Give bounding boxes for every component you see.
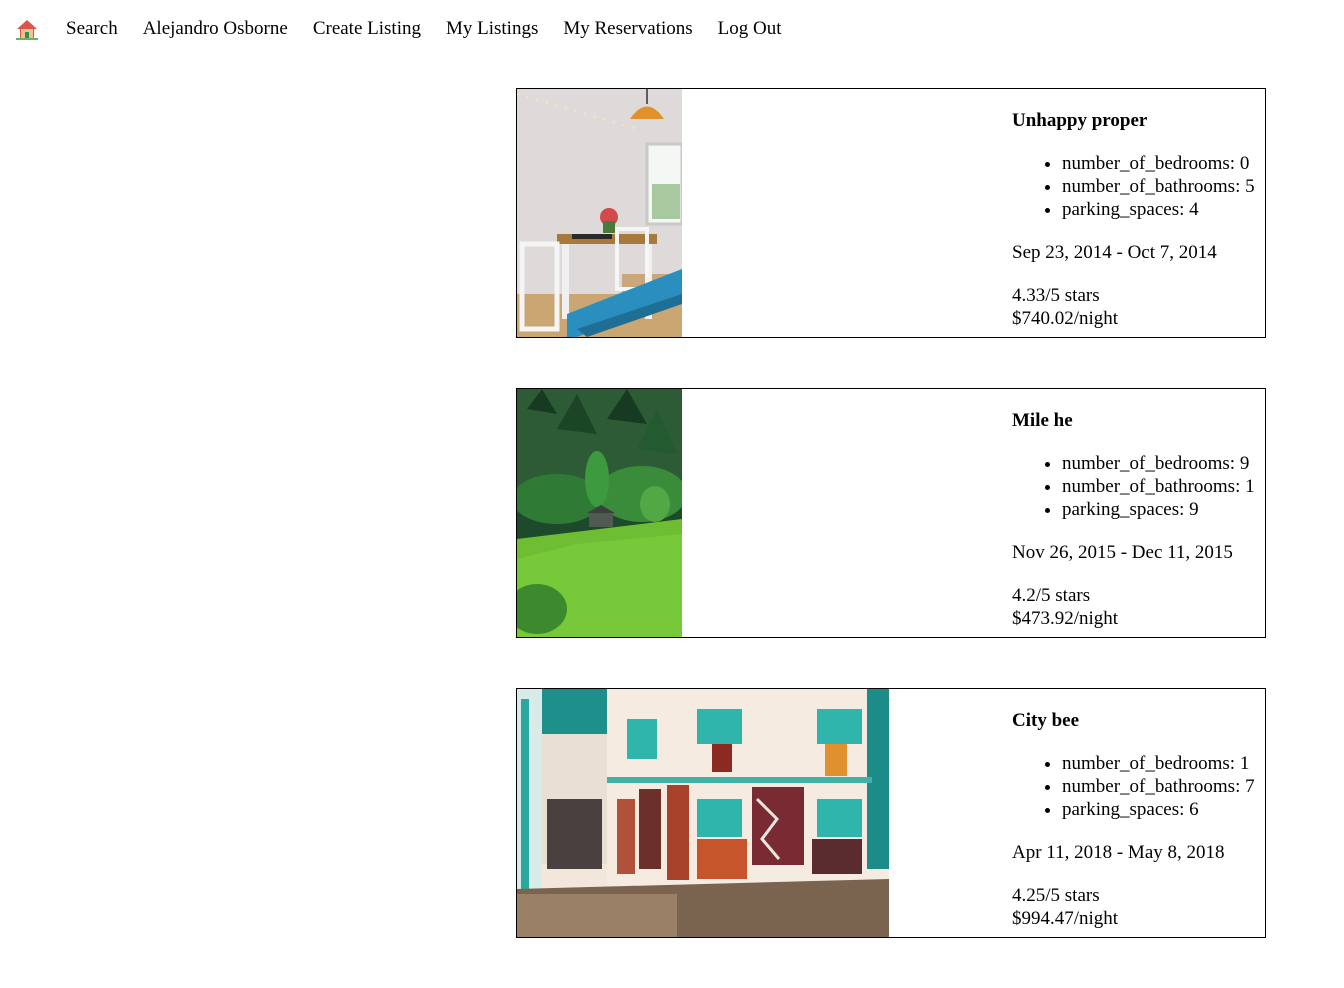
- listing-price: $740.02/night: [1012, 308, 1119, 329]
- top-nav: Search Alejandro Osborne Create Listing …: [16, 14, 807, 44]
- listing-price: $473.92/night: [1012, 608, 1119, 629]
- listing-info: Mile he number_of_bedrooms: 9 number_of_…: [1012, 409, 1265, 630]
- listing-rating: 4.33/5 stars: [1012, 285, 1100, 306]
- listing-image: [517, 89, 682, 337]
- feature-parking: parking_spaces: 6: [1062, 798, 1265, 821]
- feature-bedrooms: number_of_bedrooms: 1: [1062, 752, 1265, 775]
- listing-image: [517, 689, 889, 937]
- listing-info: City bee number_of_bedrooms: 1 number_of…: [1012, 709, 1265, 930]
- nav-log-out-link[interactable]: Log Out: [718, 18, 782, 40]
- listing-dates: Nov 26, 2015 - Dec 11, 2015: [1012, 542, 1233, 563]
- feature-bedrooms: number_of_bedrooms: 9: [1062, 452, 1265, 475]
- nav-profile-link[interactable]: Alejandro Osborne: [143, 18, 288, 40]
- listing-title: Unhappy proper: [1012, 110, 1148, 131]
- listing-features: number_of_bedrooms: 1 number_of_bathroom…: [1012, 752, 1265, 821]
- nav-my-listings-link[interactable]: My Listings: [446, 18, 538, 40]
- house-icon: [16, 20, 38, 40]
- feature-bedrooms: number_of_bedrooms: 0: [1062, 152, 1265, 175]
- listing-dates: Sep 23, 2014 - Oct 7, 2014: [1012, 242, 1217, 263]
- listings-list: Unhappy proper number_of_bedrooms: 0 num…: [516, 88, 1266, 988]
- listing-dates: Apr 11, 2018 - May 8, 2018: [1012, 842, 1225, 863]
- nav-my-reservations-link[interactable]: My Reservations: [563, 18, 692, 40]
- feature-parking: parking_spaces: 4: [1062, 198, 1265, 221]
- listing-price: $994.47/night: [1012, 908, 1119, 929]
- listing-features: number_of_bedrooms: 9 number_of_bathroom…: [1012, 452, 1265, 521]
- listing-card[interactable]: Mile he number_of_bedrooms: 9 number_of_…: [516, 388, 1266, 638]
- listing-title: Mile he: [1012, 410, 1073, 431]
- nav-create-listing-link[interactable]: Create Listing: [313, 18, 421, 40]
- listing-image: [517, 389, 682, 637]
- listing-title: City bee: [1012, 710, 1080, 731]
- listing-card[interactable]: City bee number_of_bedrooms: 1 number_of…: [516, 688, 1266, 938]
- feature-bathrooms: number_of_bathrooms: 5: [1062, 175, 1265, 198]
- listing-info: Unhappy proper number_of_bedrooms: 0 num…: [1012, 109, 1265, 330]
- listing-rating: 4.25/5 stars: [1012, 885, 1100, 906]
- listing-card[interactable]: Unhappy proper number_of_bedrooms: 0 num…: [516, 88, 1266, 338]
- listing-features: number_of_bedrooms: 0 number_of_bathroom…: [1012, 152, 1265, 221]
- home-link[interactable]: [16, 18, 38, 40]
- feature-bathrooms: number_of_bathrooms: 1: [1062, 475, 1265, 498]
- listing-rating: 4.2/5 stars: [1012, 585, 1091, 606]
- feature-bathrooms: number_of_bathrooms: 7: [1062, 775, 1265, 798]
- feature-parking: parking_spaces: 9: [1062, 498, 1265, 521]
- nav-search-link[interactable]: Search: [66, 18, 118, 40]
